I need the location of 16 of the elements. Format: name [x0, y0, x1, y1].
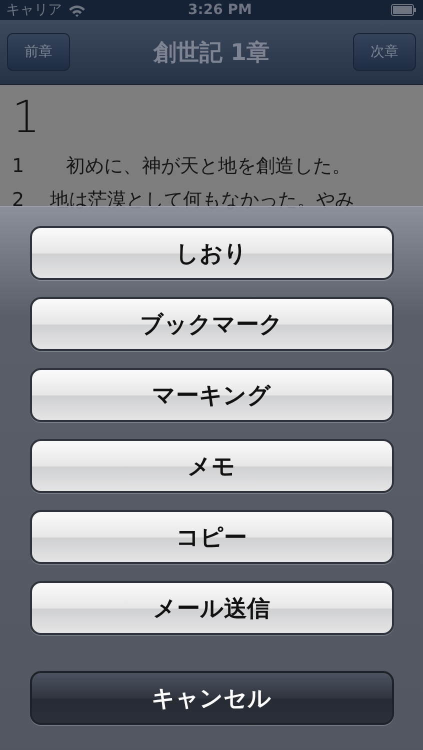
chapter-number: 1	[12, 95, 41, 141]
carrier-name: キャリア	[6, 1, 62, 19]
wifi-icon	[68, 4, 86, 16]
action-button[interactable]: しおり	[30, 226, 394, 280]
action-button[interactable]: コピー	[30, 510, 394, 564]
action-button[interactable]: メール送信	[30, 581, 394, 635]
status-time: 3:26 PM	[188, 2, 253, 18]
nav-title: 創世記 1章	[153, 38, 270, 68]
verse-number: 2	[12, 188, 24, 213]
action-button[interactable]: ブックマーク	[30, 297, 394, 351]
verse-text: 初めに、神が天と地を創造した。	[66, 154, 352, 179]
battery-icon	[391, 4, 417, 16]
verse-number: 1	[12, 154, 24, 179]
action-button[interactable]: マーキング	[30, 368, 394, 422]
action-button[interactable]: キャンセル	[30, 671, 394, 725]
action-button[interactable]: メモ	[30, 439, 394, 493]
